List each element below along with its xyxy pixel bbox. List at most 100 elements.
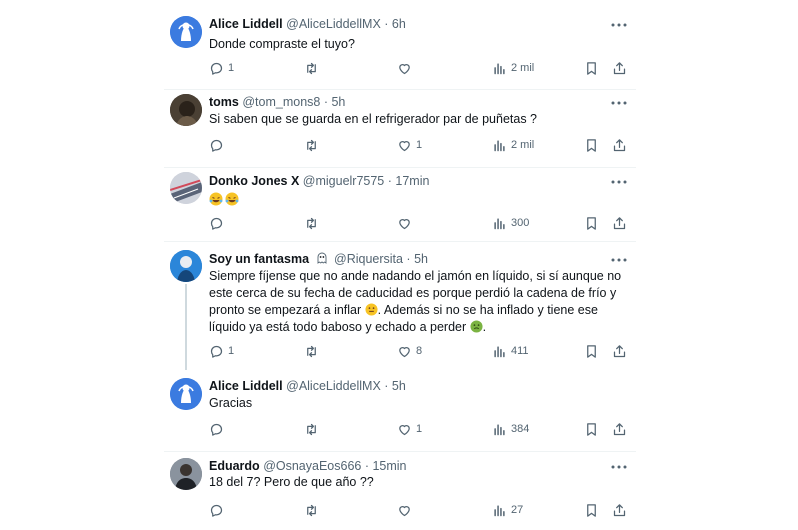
handle-time[interactable]: @tom_mons8 · 5h	[242, 95, 345, 109]
retweet-button[interactable]	[304, 214, 319, 232]
grimace-emoji-icon	[365, 303, 378, 316]
bookmark-button[interactable]	[584, 501, 599, 519]
views-icon	[492, 503, 507, 518]
views-button[interactable]: 384	[492, 420, 529, 438]
more-icon[interactable]	[610, 20, 628, 30]
display-name[interactable]: Eduardo	[209, 459, 260, 473]
reply-button[interactable]	[209, 214, 224, 232]
views-button[interactable]: 300	[492, 214, 529, 232]
reply-count: 1	[228, 345, 235, 357]
action-bar: 1 8 411	[209, 342, 627, 360]
bookmark-button[interactable]	[584, 136, 599, 154]
avatar[interactable]	[170, 250, 202, 282]
more-icon[interactable]	[610, 98, 628, 108]
tweet[interactable]: Eduardo @OsnayaEos666 · 15min 18 del 7? …	[164, 452, 636, 530]
reply-button[interactable]: 1	[209, 342, 234, 360]
handle-time[interactable]: @OsnayaEos666 · 15min	[263, 459, 406, 473]
tweet-text: 18 del 7? Pero de que año ??	[209, 474, 624, 491]
more-icon[interactable]	[610, 462, 628, 472]
tweet-text-line: Siempre fíjense que no ande nadando el j…	[209, 269, 622, 283]
retweet-icon	[304, 61, 319, 76]
laughing-emoji-icon	[209, 192, 239, 206]
bookmark-button[interactable]	[584, 59, 599, 77]
retweet-button[interactable]	[304, 342, 319, 360]
avatar[interactable]	[170, 94, 202, 126]
action-bar: 300	[209, 214, 627, 232]
tweet-header: Donko Jones X @miguelr7575 · 17min	[209, 173, 429, 189]
handle-time[interactable]: @AliceLiddellMX · 6h	[286, 17, 406, 31]
tweet-text-line: Gracias	[209, 396, 253, 410]
tweet[interactable]: Alice Liddell @AliceLiddellMX · 5h Graci…	[164, 370, 636, 452]
bookmark-icon	[584, 422, 599, 437]
avatar[interactable]	[170, 378, 202, 410]
like-button[interactable]	[397, 501, 412, 519]
nauseated-emoji-icon	[470, 320, 483, 333]
tweet-text-segment: pronto se empezará a inflar	[209, 303, 362, 317]
tweet[interactable]: Alice Liddell @AliceLiddellMX · 6h Donde…	[164, 0, 636, 90]
heart-icon	[397, 344, 412, 359]
share-icon	[612, 344, 627, 359]
more-icon[interactable]	[610, 255, 628, 265]
display-name[interactable]: Soy un fantasma	[209, 252, 309, 266]
tweet-text-segment: líquido ya está todo baboso y echado a p…	[209, 320, 467, 334]
tweet[interactable]: toms @tom_mons8 · 5h Si saben que se gua…	[164, 90, 636, 168]
share-button[interactable]	[612, 214, 627, 232]
tweet-header: Eduardo @OsnayaEos666 · 15min	[209, 458, 407, 474]
like-button[interactable]	[397, 214, 412, 232]
reply-button[interactable]	[209, 501, 224, 519]
handle-time[interactable]: @Riquersita · 5h	[334, 252, 428, 266]
tweet-text-segment: . Además si no se ha inflado y tiene ese	[377, 303, 598, 317]
retweet-button[interactable]	[304, 136, 319, 154]
bookmark-icon	[584, 344, 599, 359]
thread-line	[185, 284, 187, 370]
views-count: 2 mil	[511, 62, 535, 74]
bookmark-button[interactable]	[584, 420, 599, 438]
retweet-button[interactable]	[304, 420, 319, 438]
like-count: 8	[416, 345, 423, 357]
like-button[interactable]: 1	[397, 420, 422, 438]
tweet-header: Alice Liddell @AliceLiddellMX · 6h	[209, 16, 406, 32]
share-button[interactable]	[612, 501, 627, 519]
reply-icon	[209, 138, 224, 153]
tweet-text-line: este cerca de su fecha de caducidad es p…	[209, 286, 617, 300]
share-button[interactable]	[612, 342, 627, 360]
retweet-button[interactable]	[304, 59, 319, 77]
avatar[interactable]	[170, 458, 202, 490]
more-icon[interactable]	[610, 177, 628, 187]
display-name[interactable]: Donko Jones X	[209, 174, 299, 188]
tweet-text-line: Donde compraste el tuyo?	[209, 37, 355, 51]
display-name[interactable]: Alice Liddell	[209, 17, 283, 31]
like-button[interactable]: 8	[397, 342, 422, 360]
reply-button[interactable]	[209, 420, 224, 438]
views-button[interactable]: 27	[492, 501, 523, 519]
heart-icon	[397, 216, 412, 231]
action-bar: 1 2 mil	[209, 136, 627, 154]
reply-feed: Alice Liddell @AliceLiddellMX · 6h Donde…	[164, 0, 636, 530]
avatar[interactable]	[170, 172, 202, 204]
retweet-button[interactable]	[304, 501, 319, 519]
like-button[interactable]: 1	[397, 136, 422, 154]
action-bar: 1 384	[209, 420, 627, 438]
share-button[interactable]	[612, 136, 627, 154]
display-name[interactable]: Alice Liddell	[209, 379, 283, 393]
display-name[interactable]: toms	[209, 95, 239, 109]
views-button[interactable]: 2 mil	[492, 136, 534, 154]
tweet[interactable]: Soy un fantasma @Riquersita · 5h Siempre…	[164, 242, 636, 370]
bookmark-icon	[584, 61, 599, 76]
tweet[interactable]: Donko Jones X @miguelr7575 · 17min 300	[164, 168, 636, 242]
avatar[interactable]	[170, 16, 202, 48]
bookmark-icon	[584, 216, 599, 231]
handle-time[interactable]: @miguelr7575 · 17min	[303, 174, 430, 188]
share-icon	[612, 61, 627, 76]
handle-time[interactable]: @AliceLiddellMX · 5h	[286, 379, 406, 393]
views-button[interactable]: 411	[492, 342, 529, 360]
views-button[interactable]: 2 mil	[492, 59, 534, 77]
share-button[interactable]	[612, 59, 627, 77]
share-button[interactable]	[612, 420, 627, 438]
bookmark-button[interactable]	[584, 214, 599, 232]
reply-button[interactable]: 1	[209, 59, 234, 77]
views-icon	[492, 138, 507, 153]
like-button[interactable]	[397, 59, 412, 77]
bookmark-button[interactable]	[584, 342, 599, 360]
reply-button[interactable]	[209, 136, 224, 154]
